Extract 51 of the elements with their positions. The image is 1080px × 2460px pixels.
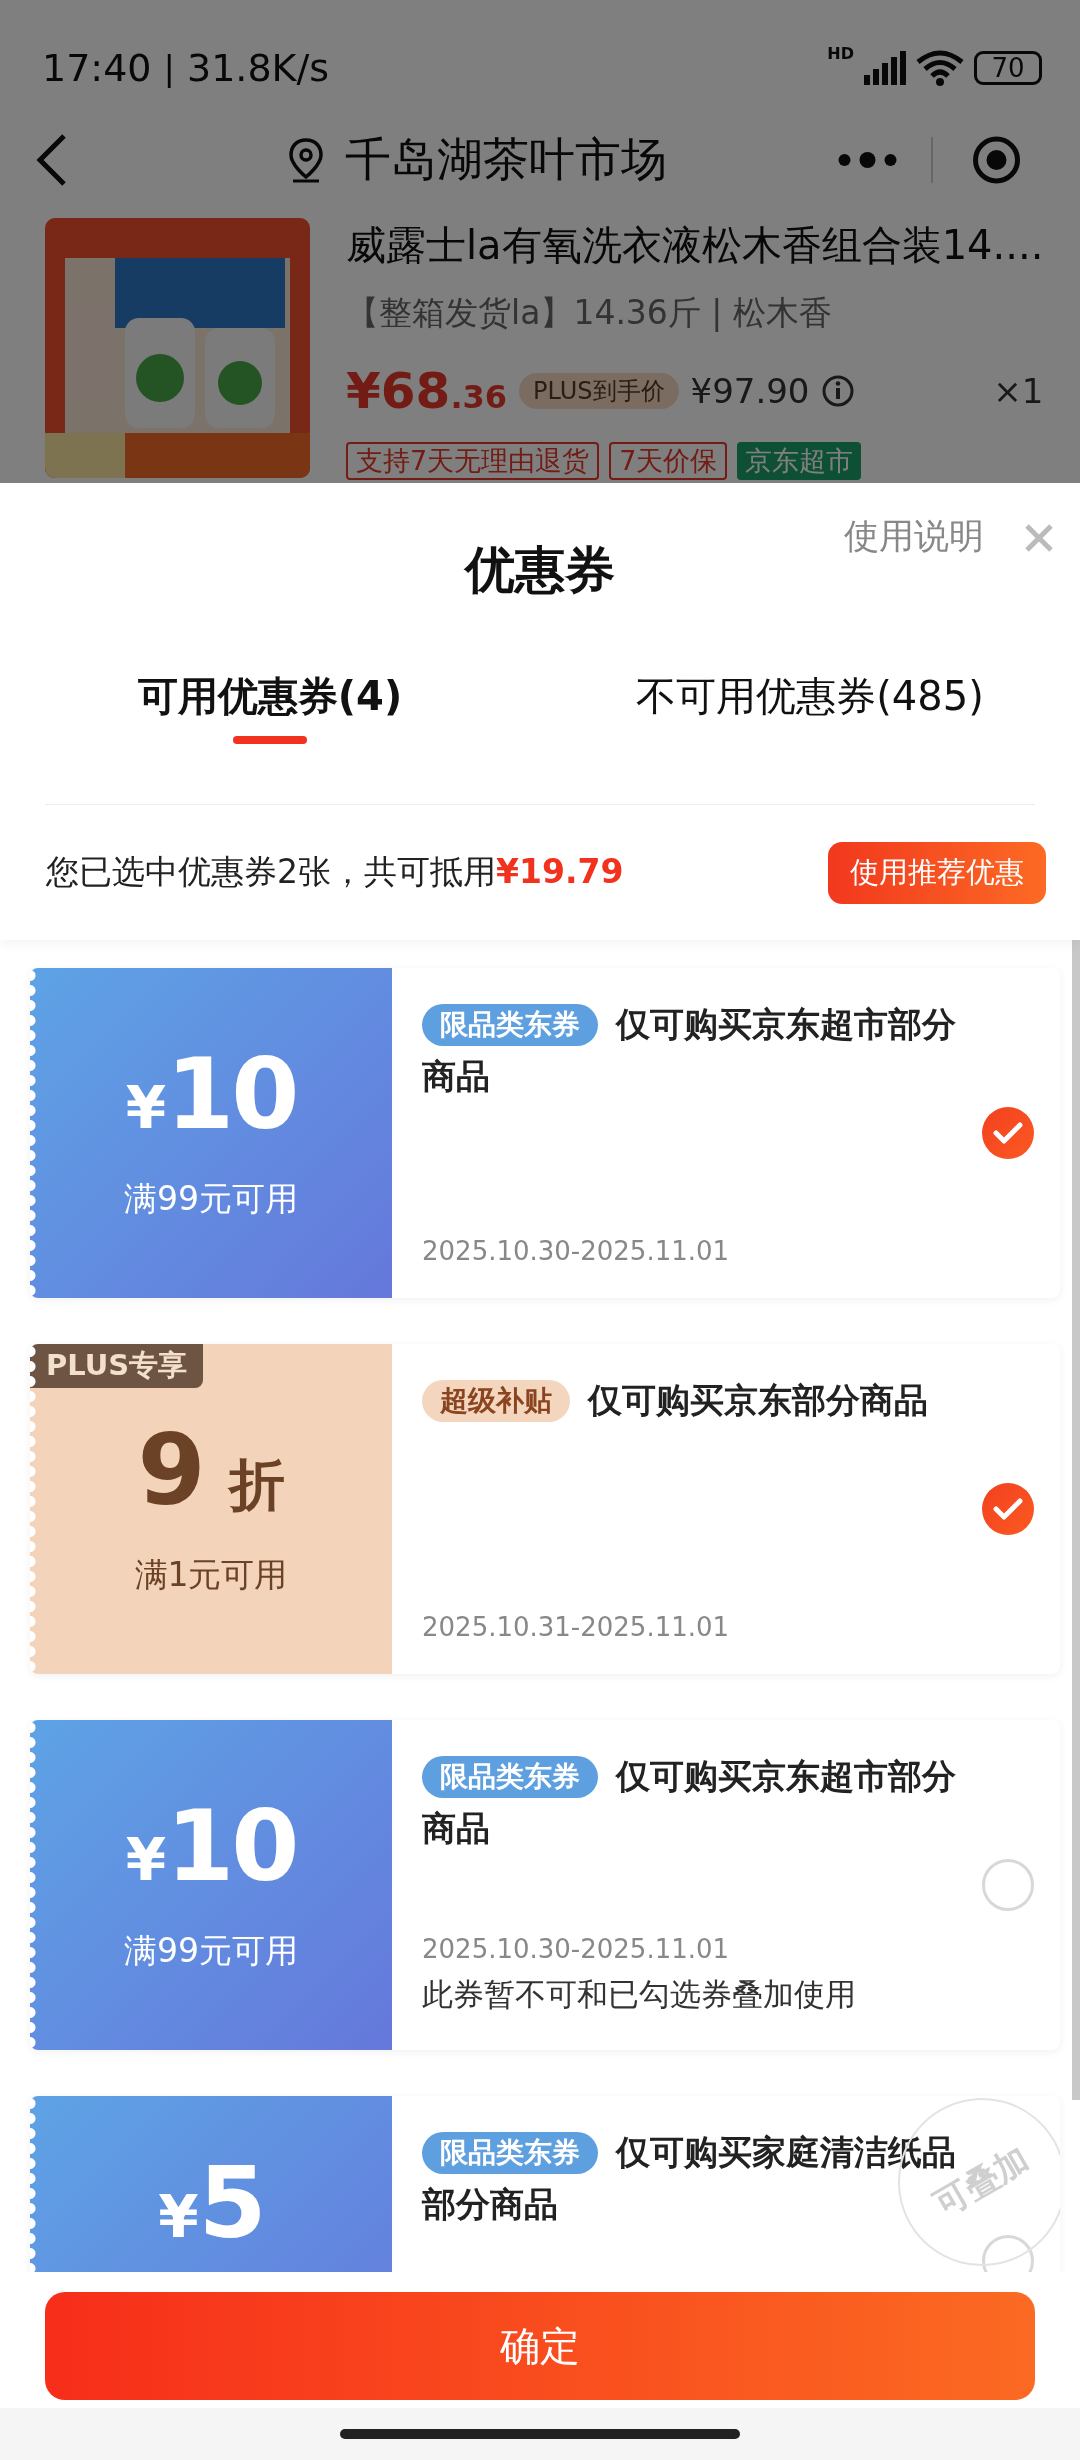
coupon-condition: 满99元可用 bbox=[124, 1177, 298, 1220]
coupon-validity: 2025.10.30-2025.11.01 bbox=[422, 1934, 731, 1964]
check-icon bbox=[993, 1121, 1023, 1145]
network-type-label: HD bbox=[827, 43, 854, 63]
coupon-card[interactable]: ¥10 满99元可用 限品类东券 仅可购买京东超市部分商品 2025.10.30-2025.11.01 bbox=[30, 968, 1060, 1298]
usage-help-link[interactable]: 使用说明 bbox=[844, 513, 984, 560]
battery-indicator: 70 bbox=[974, 50, 1042, 85]
coupon-note: 此券暂不可和已勾选券叠加使用 bbox=[422, 1975, 857, 2014]
coupon-amount: ¥5 bbox=[158, 2154, 264, 2252]
coupon-discount: 9 折 bbox=[137, 1420, 285, 1519]
sheet-title: 优惠券 bbox=[465, 540, 615, 601]
coupon-title: 超级补贴 仅可购买京东部分商品 bbox=[422, 1374, 982, 1426]
coupon-tab[interactable]: 可用优惠券(4) bbox=[0, 669, 540, 779]
coupon-condition: 满99元可用 bbox=[124, 1929, 298, 1972]
coupon-amount: ¥10 bbox=[125, 1044, 297, 1143]
coupon-amount: ¥10 bbox=[125, 1796, 297, 1895]
scrollbar[interactable] bbox=[1072, 940, 1080, 2100]
coupon-tab[interactable]: 不可用优惠券(485) bbox=[540, 669, 1080, 779]
plus-badge: PLUS专享 bbox=[30, 1344, 204, 1388]
price-label: PLUS到手价 bbox=[519, 373, 679, 409]
coupon-card[interactable]: PLUS专享 9 折 满1元可用 超级补贴 仅可购买京东部分商品 2025.10.31-2025.11.01 bbox=[30, 1344, 1060, 1674]
coupon-checkbox[interactable] bbox=[982, 1107, 1034, 1159]
coupon-validity: 2025.10.31-2025.11.01 bbox=[422, 1612, 731, 1642]
product-title: 威露士la有氧洗衣液松木香组合装14.... bbox=[346, 221, 1044, 270]
use-recommended-button[interactable]: 使用推荐优惠 bbox=[828, 841, 1046, 904]
coupon-checkbox[interactable] bbox=[982, 1859, 1034, 1911]
selection-summary: 您已选中优惠券2张，共可抵用¥19.79 bbox=[46, 851, 624, 893]
coupon-checkbox[interactable] bbox=[982, 2235, 1034, 2272]
location-pin-icon bbox=[287, 137, 325, 183]
product-spec: 【整箱发货la】14.36斤 | 松木香 bbox=[346, 292, 833, 334]
coupon-validity: 2025.10.30-2025.11.01 bbox=[422, 1236, 731, 1266]
coupon-condition: 满1元可用 bbox=[134, 1553, 288, 1596]
check-icon bbox=[993, 1497, 1023, 1521]
wifi-icon bbox=[916, 49, 964, 86]
quantity: ×1 bbox=[993, 371, 1044, 411]
coupon-title: 限品类东券 仅可购买京东超市部分商品 bbox=[422, 1755, 957, 1850]
coupon-checkbox[interactable] bbox=[982, 1483, 1034, 1535]
network-speed: 31.8K/s bbox=[187, 45, 330, 90]
service-tag: 京东超市 bbox=[737, 442, 862, 480]
coupon-title: 限品类东券 仅可购买京东超市部分商品 bbox=[422, 1003, 957, 1098]
original-price: ¥97.90 bbox=[690, 371, 810, 411]
info-icon[interactable] bbox=[821, 374, 856, 408]
service-tag: 7天价保 bbox=[609, 442, 728, 480]
product-price: ¥68.36 bbox=[346, 362, 508, 420]
service-tag: 支持7天无理由退货 bbox=[346, 442, 600, 480]
signal-icon bbox=[864, 50, 906, 85]
status-separator: | bbox=[163, 47, 175, 88]
location-title[interactable]: 千岛湖茶叶市场 bbox=[345, 129, 667, 191]
status-time: 17:40 bbox=[42, 45, 152, 90]
coupon-card[interactable]: ¥10 满99元可用 限品类东券 仅可购买京东超市部分商品 2025.10.30-2025.11.01 此券暂不可和已勾选券叠加使用 bbox=[30, 1720, 1060, 2050]
close-icon[interactable] bbox=[1024, 523, 1054, 553]
